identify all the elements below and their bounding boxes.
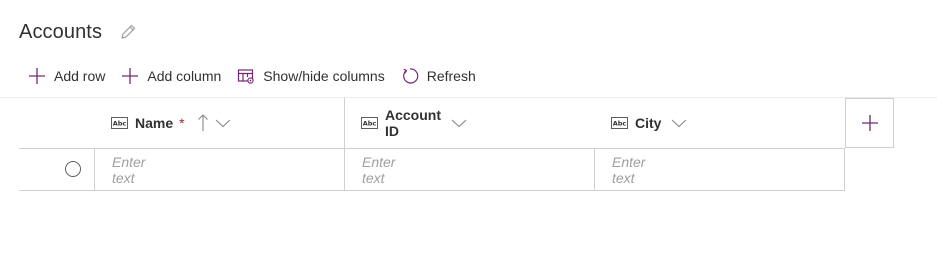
add-row-label: Add row [54, 68, 106, 84]
account-id-cell-input[interactable]: Enter text [362, 149, 395, 190]
grid-line [594, 148, 595, 190]
command-bar: Add row Add column Show/hide columns Ref… [28, 64, 492, 88]
chevron-down-icon[interactable] [215, 118, 231, 128]
add-column-icon [861, 114, 879, 132]
grid-line [94, 148, 95, 190]
row-select-radio[interactable] [65, 161, 81, 177]
page-header: Accounts [19, 19, 137, 45]
sort-ascending-icon[interactable] [197, 114, 209, 132]
name-cell-input[interactable]: Enter text [112, 149, 145, 190]
svg-text:Abc: Abc [113, 120, 127, 128]
edit-icon[interactable] [119, 23, 137, 41]
grid-line [844, 148, 845, 190]
page-title: Accounts [19, 20, 103, 43]
text-field-icon: Abc [361, 117, 378, 129]
column-header-name[interactable]: Abc Name * [111, 98, 231, 148]
svg-text:Abc: Abc [613, 120, 627, 128]
column-header-city-label: City [635, 115, 662, 131]
grid-line [19, 190, 845, 191]
add-row-button[interactable]: Add row [28, 67, 105, 85]
show-hide-columns-button[interactable]: Show/hide columns [237, 67, 385, 85]
show-hide-columns-icon [237, 67, 255, 85]
refresh-icon [401, 67, 419, 85]
column-header-name-label: Name [135, 115, 174, 131]
add-icon [28, 67, 46, 85]
chevron-down-icon[interactable] [451, 118, 467, 128]
city-cell-input[interactable]: Enter text [612, 149, 645, 190]
chevron-down-icon[interactable] [671, 118, 687, 128]
refresh-button[interactable]: Refresh [401, 67, 476, 85]
show-hide-columns-label: Show/hide columns [263, 68, 385, 84]
required-indicator: * [179, 115, 185, 131]
grid-line [344, 98, 345, 190]
svg-text:Abc: Abc [363, 120, 377, 128]
column-header-city[interactable]: Abc City [611, 98, 687, 148]
text-field-icon: Abc [111, 117, 128, 129]
text-field-icon: Abc [611, 117, 628, 129]
column-header-account-id[interactable]: Abc Account ID [361, 98, 467, 148]
column-header-account-id-label: Account ID [385, 107, 441, 139]
add-column-label: Add column [147, 68, 222, 84]
add-icon [121, 67, 139, 85]
refresh-label: Refresh [426, 68, 476, 84]
add-column-button[interactable]: Add column [121, 67, 221, 85]
add-column-header-button[interactable] [845, 98, 894, 148]
